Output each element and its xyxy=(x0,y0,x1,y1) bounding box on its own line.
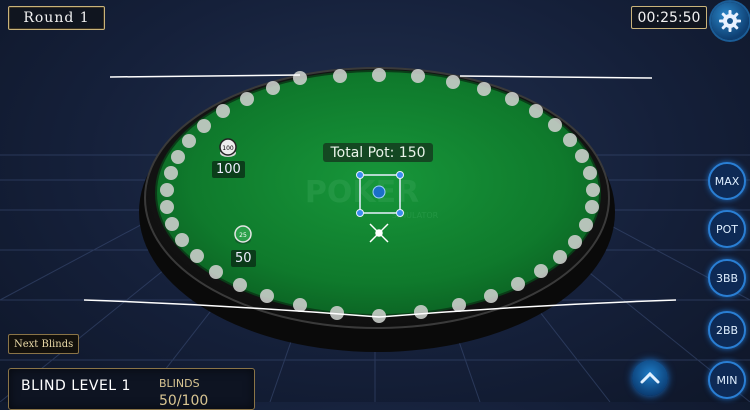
blinds-value: 50/100 xyxy=(159,393,209,409)
bet-min-button[interactable]: MIN xyxy=(708,361,746,399)
bet-3bb-button[interactable]: 3BB xyxy=(708,259,746,297)
chip-stack-100: 100 xyxy=(219,138,237,157)
total-pot-text: Total Pot: 150 xyxy=(330,144,426,161)
bet-2bb-button[interactable]: 2BB xyxy=(708,311,746,349)
player-stack-value: 50 xyxy=(235,251,252,266)
bet-3bb-label: 3BB xyxy=(715,271,739,285)
gear-icon xyxy=(719,10,741,32)
total-pot-label: Total Pot: 150 xyxy=(323,143,433,162)
chip-stack-25: 25 xyxy=(234,225,252,244)
settings-button[interactable] xyxy=(711,2,749,40)
expand-button[interactable] xyxy=(632,360,668,396)
table-watermark: POKER xyxy=(305,175,419,210)
blind-level-panel: BLIND LEVEL 1 BLINDS 50/100 xyxy=(8,368,255,410)
next-blinds-label: Next Blinds xyxy=(14,338,74,350)
round-indicator: Round 1 xyxy=(8,6,105,30)
timer-value: 00:25:50 xyxy=(637,9,701,26)
bet-pot-button[interactable]: POT xyxy=(708,210,746,248)
next-blinds-button[interactable]: Next Blinds xyxy=(8,334,80,354)
blind-level-label: BLIND LEVEL 1 xyxy=(21,378,131,394)
chip-stack-25-value: 25 xyxy=(239,232,247,239)
bet-2bb-label: 2BB xyxy=(715,323,739,337)
game-timer: 00:25:50 xyxy=(631,6,707,29)
bet-pot-label: POT xyxy=(715,222,738,236)
player-stack-value: 100 xyxy=(216,162,241,177)
bet-min-label: MIN xyxy=(716,373,738,387)
player-stack-label: 50 xyxy=(231,250,256,267)
round-label: Round 1 xyxy=(23,10,90,26)
chevron-up-icon xyxy=(640,371,660,384)
blinds-title: BLINDS xyxy=(159,377,200,390)
bet-max-button[interactable]: MAX xyxy=(708,162,746,200)
player-stack-label: 100 xyxy=(212,161,245,178)
bet-max-label: MAX xyxy=(714,174,740,188)
poker-table: POKER SIMULATOR 100 25 xyxy=(83,67,677,352)
chip-stack-100-value: 100 xyxy=(222,145,234,152)
